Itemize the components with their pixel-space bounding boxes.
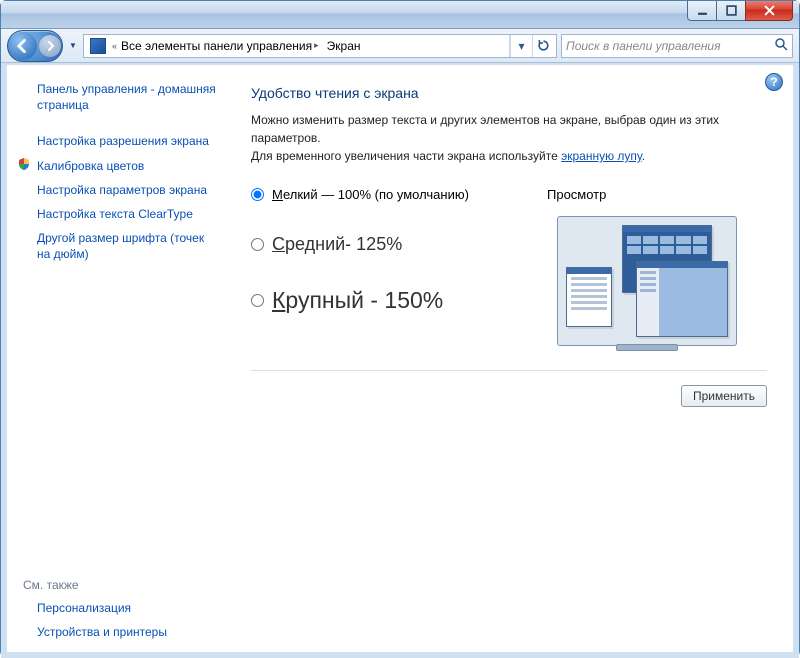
divider <box>251 370 767 371</box>
nav-buttons <box>7 30 63 62</box>
sidebar-item-dpi[interactable]: Другой размер шрифта (точек на дюйм) <box>19 226 217 266</box>
option-label: Крупный - 150% <box>272 287 443 314</box>
window-maximize-button[interactable] <box>716 1 746 21</box>
main-content: ? Удобство чтения с экрана Можно изменит… <box>225 65 793 652</box>
radio-medium[interactable] <box>251 238 264 251</box>
page-description: Можно изменить размер текста и других эл… <box>251 111 767 165</box>
window-close-button[interactable] <box>745 1 793 21</box>
breadcrumb-item[interactable]: Экран <box>323 39 365 53</box>
magnifier-link[interactable]: экранную лупу <box>561 149 642 163</box>
sidebar-item-display-params[interactable]: Настройка параметров экрана <box>19 178 217 202</box>
help-icon[interactable]: ? <box>765 73 783 91</box>
radio-small[interactable] <box>251 188 264 201</box>
control-panel-icon <box>90 38 106 54</box>
sidebar-home-link[interactable]: Панель управления - домашняя страница <box>19 77 217 117</box>
page-title: Удобство чтения с экрана <box>251 85 767 101</box>
seealso-personalization[interactable]: Персонализация <box>19 596 217 620</box>
refresh-button[interactable] <box>532 35 554 57</box>
option-label: Мелкий — 100% (по умолчанию) <box>272 187 469 202</box>
sidebar-item-resolution[interactable]: Настройка разрешения экрана <box>19 129 217 153</box>
sidebar-item-calibrate[interactable]: Калибровка цветов <box>19 154 217 178</box>
preview-label: Просмотр <box>547 187 767 202</box>
nav-history-dropdown[interactable]: ▼ <box>67 41 79 50</box>
sidebar-item-cleartype[interactable]: Настройка текста ClearType <box>19 202 217 226</box>
nav-forward-button[interactable] <box>39 35 61 57</box>
search-placeholder: Поиск в панели управления <box>566 39 721 53</box>
search-icon[interactable] <box>774 37 788 54</box>
address-bar: ▼ « Все элементы панели управления ▸ Экр… <box>1 29 799 63</box>
option-label: Средний- 125% <box>272 234 402 255</box>
size-option-small[interactable]: Мелкий — 100% (по умолчанию) <box>251 187 523 202</box>
address-dropdown-button[interactable]: ▾ <box>510 35 532 57</box>
chevron-right-icon: ▸ <box>314 40 319 51</box>
window-minimize-button[interactable] <box>687 1 717 21</box>
seealso-devices[interactable]: Устройства и принтеры <box>19 620 217 644</box>
size-option-large[interactable]: Крупный - 150% <box>251 287 523 314</box>
window-titlebar <box>1 1 799 29</box>
sidebar: Панель управления - домашняя страница На… <box>7 65 225 652</box>
shield-icon <box>17 157 31 171</box>
seealso-label: См. также <box>19 574 217 596</box>
breadcrumb-label: Экран <box>327 39 361 53</box>
breadcrumb-item[interactable]: Все элементы панели управления ▸ <box>117 39 323 53</box>
radio-large[interactable] <box>251 294 264 307</box>
nav-back-button[interactable] <box>9 32 37 60</box>
preview-monitor <box>557 216 737 346</box>
breadcrumb-label: Все элементы панели управления <box>121 39 312 53</box>
preview-window-icon <box>566 267 612 327</box>
preview-window-icon <box>636 261 728 337</box>
size-option-medium[interactable]: Средний- 125% <box>251 234 523 255</box>
search-input[interactable]: Поиск в панели управления <box>561 34 793 58</box>
apply-button[interactable]: Применить <box>681 385 767 407</box>
breadcrumb-bar[interactable]: « Все элементы панели управления ▸ Экран… <box>83 34 557 58</box>
